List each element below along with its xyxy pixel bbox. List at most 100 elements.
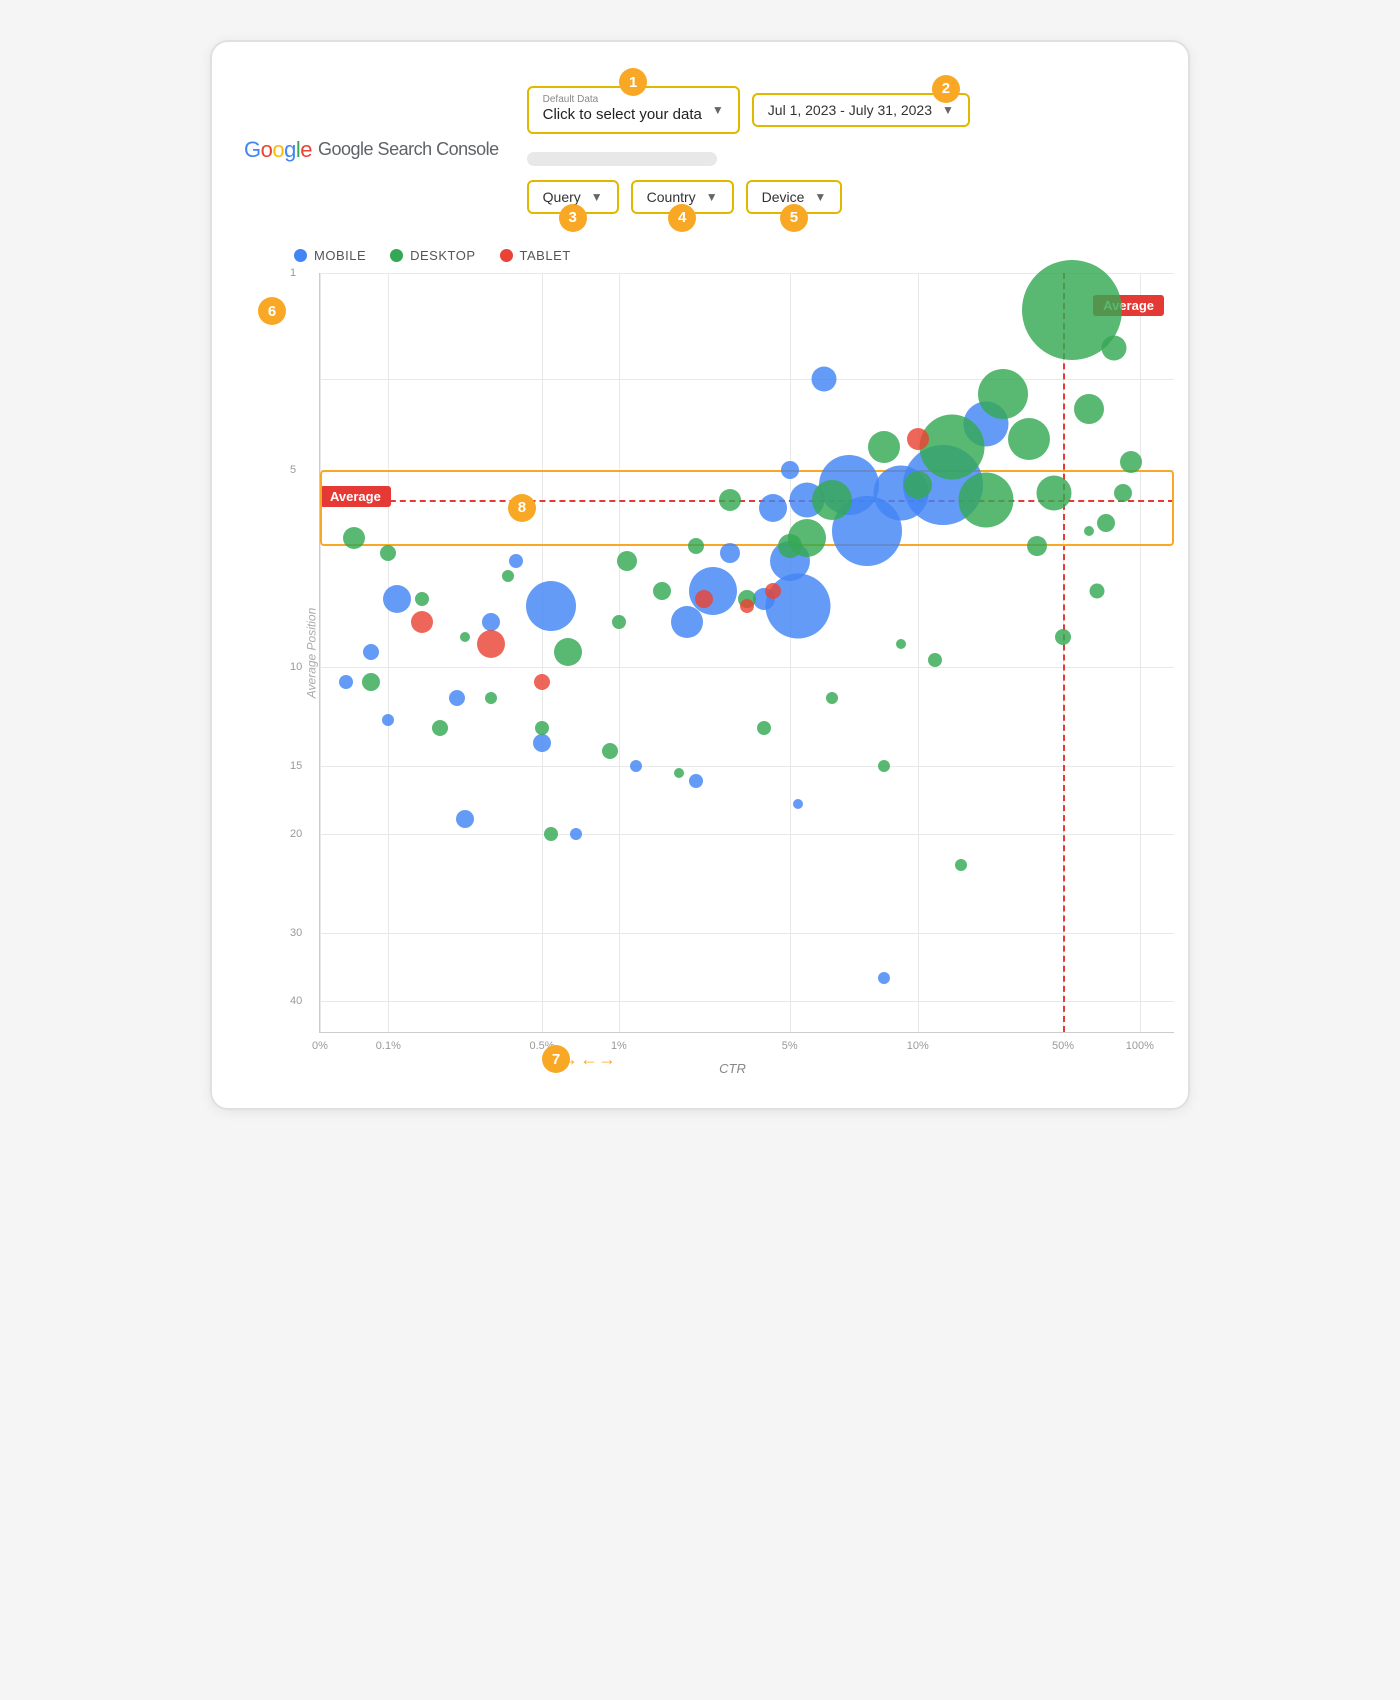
bubble-desktop-4 [1008, 418, 1050, 460]
bubble-mobile-15 [671, 606, 703, 638]
bubble-desktop-33 [432, 720, 448, 736]
badge-7: 7 [542, 1045, 570, 1073]
bubble-mobile-30 [878, 972, 890, 984]
badge-6: 6 [258, 297, 286, 325]
bubble-desktop-23 [653, 582, 671, 600]
bubble-mobile-27 [793, 799, 803, 809]
bubble-tablet-4 [695, 590, 713, 608]
bubble-desktop-41 [928, 653, 942, 667]
legend-desktop: DESKTOP [390, 248, 475, 263]
grid-v-0 [320, 273, 321, 1032]
y-tick-30: 30 [290, 927, 302, 939]
grid-h-5 [320, 834, 1174, 835]
logo-g2: g [284, 137, 296, 163]
bubble-tablet-5 [740, 599, 754, 613]
bubble-desktop-8 [1097, 514, 1115, 532]
badge-1: 1 [619, 68, 647, 96]
data-selector-arrow: ▼ [712, 103, 724, 117]
bubble-desktop-17 [812, 480, 852, 520]
bubble-desktop-44 [955, 859, 967, 871]
chart-legend: MOBILE DESKTOP TABLET [294, 248, 1156, 263]
bubble-desktop-37 [674, 768, 684, 778]
query-label: Query [543, 189, 581, 205]
grid-v-5 [918, 273, 919, 1032]
avg-line-vertical [1063, 273, 1065, 1032]
x-tick-0: 0% [312, 1040, 328, 1052]
logo-o2: o [272, 137, 284, 163]
bubble-desktop-9 [1037, 475, 1072, 510]
bubble-desktop-31 [343, 527, 365, 549]
x-tick-100: 100% [1126, 1040, 1154, 1052]
legend-dot-desktop [390, 249, 403, 262]
bubble-desktop-24 [617, 551, 637, 571]
y-axis-label: Average Position [304, 607, 318, 698]
grid-h-3 [320, 667, 1174, 668]
legend-label-tablet: TABLET [520, 248, 571, 263]
grid-v-4 [790, 273, 791, 1032]
grid-v-1 [388, 273, 389, 1032]
bubble-desktop-32 [362, 673, 380, 691]
bubble-mobile-16 [526, 581, 576, 631]
bubble-desktop-16 [868, 431, 900, 463]
country-wrapper: Country ▼ 4 [631, 180, 734, 214]
y-tick-40: 40 [290, 995, 302, 1007]
data-selector-label-main: Click to select your data [543, 105, 702, 125]
bubble-desktop-22 [688, 538, 704, 554]
x-tick-50: 50% [1052, 1040, 1074, 1052]
country-arrow: ▼ [706, 190, 718, 204]
bubble-desktop-12 [1090, 584, 1105, 599]
x-axis-label: CTR [309, 1061, 1156, 1076]
query-arrow: ▼ [591, 190, 603, 204]
x-tick-10: 10% [907, 1040, 929, 1052]
device-label: Device [762, 189, 805, 205]
bubble-desktop-25 [612, 615, 626, 629]
bubble-desktop-43 [544, 827, 558, 841]
header-row: Google Google Search Console 1 Default D… [244, 70, 1156, 230]
bubble-desktop-28 [460, 632, 470, 642]
legend-label-desktop: DESKTOP [410, 248, 475, 263]
bubble-mobile-22 [382, 714, 394, 726]
bubble-desktop-10 [959, 473, 1014, 528]
y-tick-15: 15 [290, 760, 302, 772]
bubble-mobile-23 [449, 690, 465, 706]
bubble-mobile-24 [533, 734, 551, 752]
grid-h-1 [320, 379, 1174, 380]
bubble-desktop-21 [719, 489, 741, 511]
bubble-mobile-18 [482, 613, 500, 631]
y-tick-10: 10 [290, 661, 302, 673]
badge-7-area: ←→ ←→ 7 [542, 1049, 616, 1070]
grid-v-7 [1140, 273, 1141, 1032]
logo-o1: o [261, 137, 273, 163]
date-range-wrapper: 2 Jul 1, 2023 - July 31, 2023 ▼ [752, 93, 970, 127]
grid-h-4 [320, 766, 1174, 767]
date-range-arrow: ▼ [942, 103, 954, 117]
bubble-desktop-15 [904, 471, 932, 499]
bubble-desktop-34 [485, 692, 497, 704]
bubble-desktop-13 [1114, 484, 1132, 502]
bubble-desktop-30 [380, 545, 396, 561]
grid-v-3 [619, 273, 620, 1032]
legend-tablet: TABLET [500, 248, 571, 263]
logo-g: G [244, 137, 261, 163]
bubble-desktop-14 [1055, 629, 1071, 645]
data-selector-wrapper: 1 Default Data Click to select your data… [527, 86, 740, 134]
header-controls: 1 Default Data Click to select your data… [527, 70, 1156, 230]
badge-4: 4 [668, 204, 696, 232]
query-wrapper: Query ▼ 3 [527, 180, 619, 214]
bubble-mobile-29 [456, 810, 474, 828]
country-label: Country [647, 189, 696, 205]
device-arrow: ▼ [814, 190, 826, 204]
bubble-mobile-8 [781, 461, 799, 479]
badge-5: 5 [780, 204, 808, 232]
avg-label-left: Average [320, 486, 391, 507]
controls-row1: 1 Default Data Click to select your data… [527, 70, 970, 134]
chart-container: 6 → Average Position 1 [254, 273, 1156, 1033]
bubble-mobile-17 [509, 554, 523, 568]
device-wrapper: Device ▼ 5 [746, 180, 843, 214]
bubble-desktop-29 [415, 592, 429, 606]
bubble-desktop-7 [1120, 451, 1142, 473]
bubble-tablet-1 [411, 611, 433, 633]
bubble-mobile-25 [630, 760, 642, 772]
main-card: Google Google Search Console 1 Default D… [210, 40, 1190, 1110]
y-tick-1: 1 [290, 267, 296, 279]
